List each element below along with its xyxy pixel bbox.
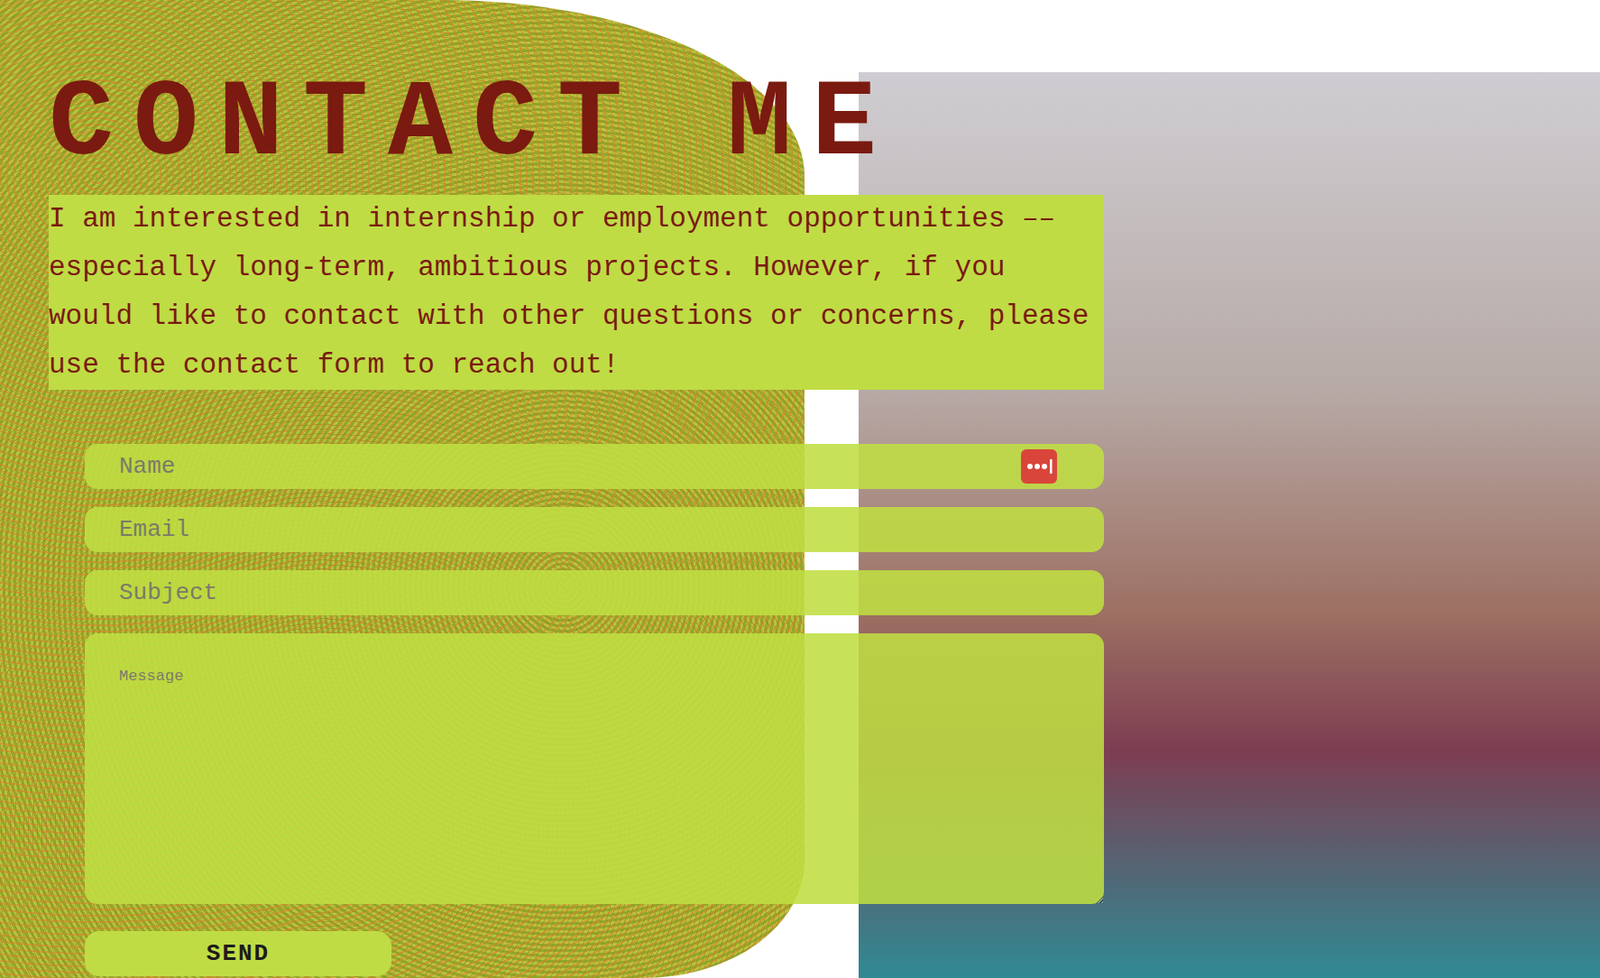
form-field <box>84 570 1104 616</box>
text-field[interactable] <box>84 443 1104 489</box>
message-field[interactable] <box>84 633 1104 904</box>
contact-page: CONTACT MEI am interested in internship … <box>0 0 1600 978</box>
text-field[interactable] <box>84 570 1104 616</box>
contact-form: SEND <box>84 443 1104 976</box>
text-field[interactable] <box>84 506 1104 552</box>
form-field <box>84 506 1104 552</box>
password-manager-icon[interactable] <box>1020 449 1058 484</box>
form-field <box>84 443 1104 489</box>
page-title: CONTACT ME <box>48 66 1600 183</box>
intro-text: I am interested in internship or employm… <box>48 194 1104 390</box>
contact-content: CONTACT MEI am interested in internship … <box>0 0 1600 978</box>
form-field <box>84 633 1104 904</box>
send-button[interactable]: SEND <box>84 930 392 976</box>
